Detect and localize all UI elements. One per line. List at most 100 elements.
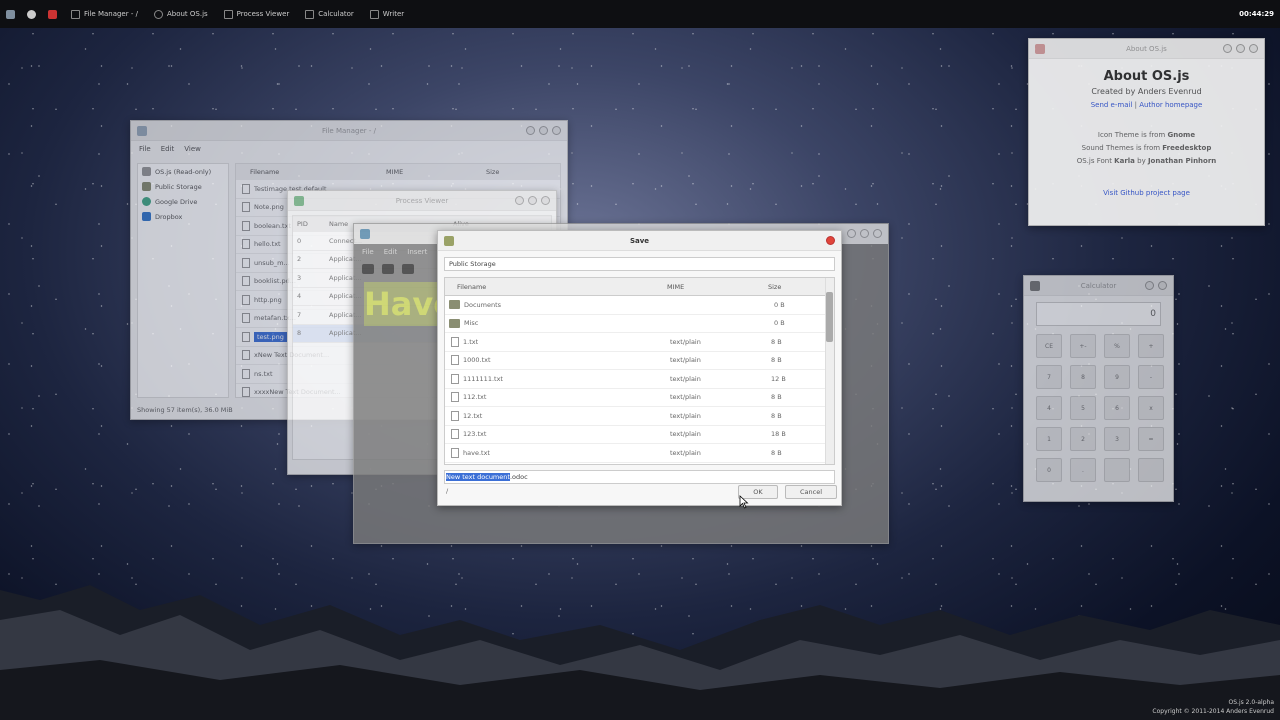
email-link[interactable]: Send e-mail <box>1091 101 1133 109</box>
close-button[interactable] <box>552 126 561 135</box>
window-icon <box>71 9 80 19</box>
about-titlebar[interactable]: About OS.js <box>1029 39 1264 59</box>
calc-key[interactable]: 8 <box>1070 365 1096 389</box>
sidebar-item-osjs[interactable]: OS.js (Read-only) <box>138 164 228 179</box>
calc-key[interactable]: 7 <box>1036 365 1062 389</box>
panel-app-button[interactable] <box>42 0 63 28</box>
column-header-pid[interactable]: PID <box>293 220 329 228</box>
calculator-window[interactable]: Calculator 0 CE +- % + 7 8 9 - 4 5 6 x 1… <box>1023 275 1174 502</box>
list-item[interactable]: 123.txt text/plain 18 B <box>445 426 834 444</box>
column-header-size[interactable]: Size <box>486 168 499 176</box>
about-window[interactable]: About OS.js About OS.js Created by Ander… <box>1028 38 1265 226</box>
list-item[interactable]: 1000.txt text/plain 8 B <box>445 352 834 370</box>
calc-key[interactable]: . <box>1070 458 1096 482</box>
calc-key[interactable]: 4 <box>1036 396 1062 420</box>
calc-key[interactable]: 1 <box>1036 427 1062 451</box>
close-button[interactable] <box>541 196 550 205</box>
menu-view[interactable]: View <box>184 145 201 153</box>
homepage-link[interactable]: Author homepage <box>1139 101 1202 109</box>
menu-edit[interactable]: Edit <box>384 248 398 256</box>
calc-key[interactable]: 2 <box>1070 427 1096 451</box>
calc-key[interactable]: x <box>1138 396 1164 420</box>
cancel-button[interactable]: Cancel <box>785 485 837 499</box>
file-icon <box>242 387 250 397</box>
toolbar-icon[interactable] <box>402 264 414 274</box>
scrollbar-thumb[interactable] <box>826 292 833 342</box>
calc-key[interactable]: + <box>1138 334 1164 358</box>
maximize-button[interactable] <box>860 229 869 238</box>
sidebar-item-public-storage[interactable]: Public Storage <box>138 179 228 194</box>
calculator-titlebar[interactable]: Calculator <box>1024 276 1173 296</box>
column-header-filename[interactable]: Filename <box>236 168 386 176</box>
panel-menu-button[interactable] <box>0 0 21 28</box>
task-file-manager[interactable]: File Manager - / <box>63 0 146 28</box>
list-item[interactable]: 12.txt text/plain 8 B <box>445 407 834 426</box>
calc-key[interactable]: - <box>1138 365 1164 389</box>
about-heading: About OS.js <box>1103 69 1190 84</box>
calc-key[interactable]: +- <box>1070 334 1096 358</box>
task-about[interactable]: About OS.js <box>146 0 216 28</box>
task-writer[interactable]: Writer <box>362 0 412 28</box>
maximize-button[interactable] <box>528 196 537 205</box>
minimize-button[interactable] <box>1223 44 1232 53</box>
menu-file[interactable]: File <box>139 145 151 153</box>
close-button[interactable] <box>826 236 835 245</box>
task-process-viewer[interactable]: Process Viewer <box>216 0 298 28</box>
file-manager-titlebar[interactable]: File Manager - / <box>131 121 567 141</box>
close-button[interactable] <box>873 229 882 238</box>
file-icon <box>451 392 459 403</box>
calc-key[interactable] <box>1104 458 1130 482</box>
process-viewer-titlebar[interactable]: Process Viewer <box>288 191 556 211</box>
toolbar-icon[interactable] <box>382 264 394 274</box>
list-item[interactable]: 1.txt text/plain 8 B <box>445 333 834 352</box>
mouse-cursor-icon <box>739 495 749 509</box>
task-label: Process Viewer <box>236 10 290 18</box>
sidebar-item-dropbox[interactable]: Dropbox <box>138 209 228 224</box>
location-field[interactable]: Public Storage <box>444 257 835 271</box>
task-calculator[interactable]: Calculator <box>297 0 362 28</box>
column-header-size[interactable]: Size <box>768 283 781 291</box>
close-button[interactable] <box>1158 281 1167 290</box>
calc-key[interactable]: 0 <box>1036 458 1062 482</box>
list-scrollbar[interactable] <box>825 278 834 464</box>
list-item[interactable]: 112.txt text/plain 8 B <box>445 389 834 407</box>
column-header-mime[interactable]: MIME <box>667 283 768 291</box>
filename-input[interactable]: New text document.odoc <box>444 470 835 484</box>
menu-insert[interactable]: Insert <box>407 248 427 256</box>
list-item-documents[interactable]: Documents 0 B <box>445 296 834 315</box>
calc-key[interactable]: 3 <box>1104 427 1130 451</box>
menu-file[interactable]: File <box>362 248 374 256</box>
minimize-button[interactable] <box>847 229 856 238</box>
column-header-filename[interactable]: Filename <box>445 283 667 291</box>
panel-settings-button[interactable] <box>21 0 42 28</box>
maximize-button[interactable] <box>539 126 548 135</box>
minimize-button[interactable] <box>526 126 535 135</box>
calc-key[interactable]: 5 <box>1070 396 1096 420</box>
calc-key[interactable]: = <box>1138 427 1164 451</box>
column-header-mime[interactable]: MIME <box>386 168 486 176</box>
menu-icon <box>6 9 15 19</box>
menu-edit[interactable]: Edit <box>161 145 175 153</box>
list-item[interactable]: have.txt text/plain 8 B <box>445 444 834 463</box>
minimize-button[interactable] <box>515 196 524 205</box>
sidebar-item-google-drive[interactable]: Google Drive <box>138 194 228 209</box>
copyright-text: Copyright © 2011-2014 Anders Evenrud <box>1152 708 1274 715</box>
desktop-footer: OS.js 2.0-alpha Copyright © 2011-2014 An… <box>1152 698 1274 716</box>
close-button[interactable] <box>1249 44 1258 53</box>
save-dialog-titlebar[interactable]: Save <box>438 231 841 251</box>
list-item[interactable]: 1111111.txt text/plain 12 B <box>445 370 834 389</box>
github-link[interactable]: Visit Github project page <box>1029 189 1264 197</box>
process-viewer-icon <box>294 196 304 206</box>
save-dialog[interactable]: Save Public Storage Filename MIME Size D… <box>437 230 842 506</box>
minimize-button[interactable] <box>1145 281 1154 290</box>
calc-key[interactable]: 9 <box>1104 365 1130 389</box>
mountain-range <box>0 585 1280 720</box>
calc-key[interactable]: % <box>1104 334 1130 358</box>
calc-key[interactable]: 6 <box>1104 396 1130 420</box>
toolbar-icon[interactable] <box>362 264 374 274</box>
calc-key[interactable] <box>1138 458 1164 482</box>
list-item-misc[interactable]: Misc 0 B <box>445 315 834 333</box>
dropbox-icon <box>142 212 151 221</box>
maximize-button[interactable] <box>1236 44 1245 53</box>
calc-key[interactable]: CE <box>1036 334 1062 358</box>
